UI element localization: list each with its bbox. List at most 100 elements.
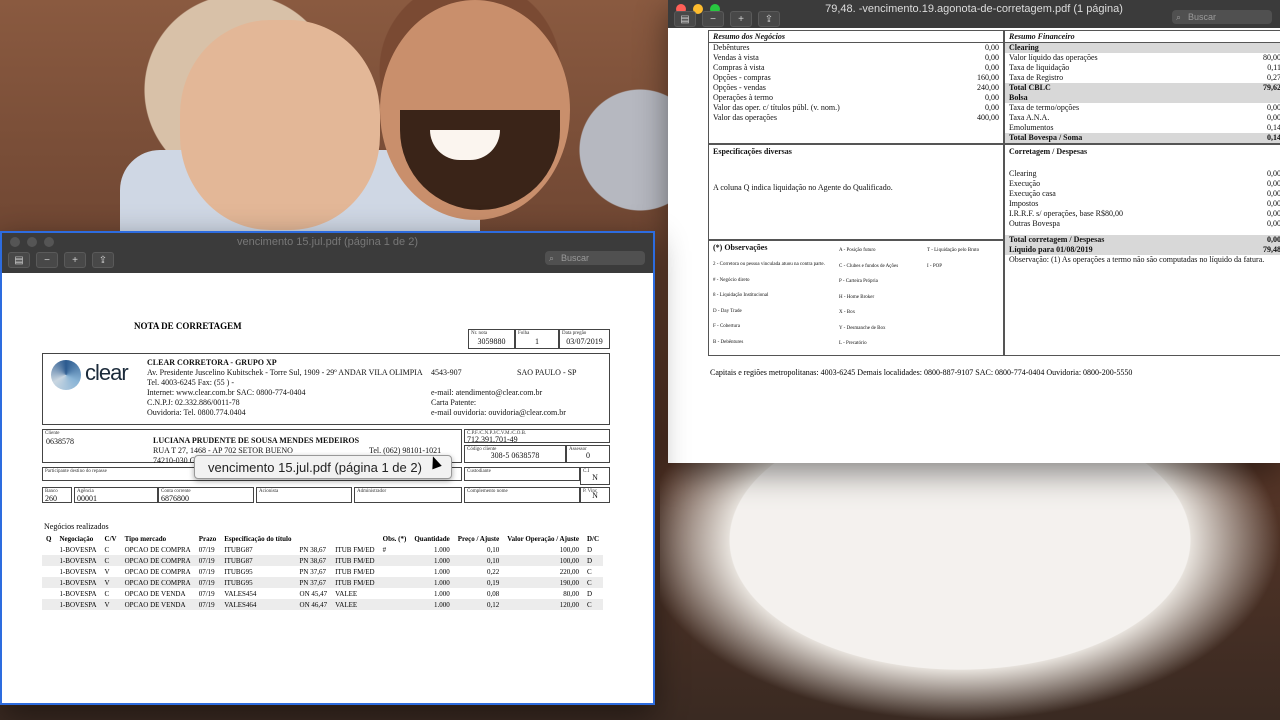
cliente-name: LUCIANA PRUDENTE DE SOUSA MENDES MEDEIRO… — [153, 436, 360, 445]
summary-row-label: Execução — [1009, 179, 1041, 188]
table-cell: PN 38,67 — [295, 555, 332, 566]
summary-row-label: Taxa de liquidação — [1009, 63, 1070, 72]
summary-row: Total CBLC 79,62 — [1005, 83, 1280, 93]
table-cell: 1.000 — [434, 545, 450, 554]
pvinc-box: P. Vinc N — [580, 487, 610, 503]
column-header: Quantidade — [414, 534, 450, 543]
summary-row: Valor das operações 400,00 — [709, 113, 1003, 123]
observacoes-col3: T - Liquidação pelo Bruto I - POP — [927, 243, 979, 274]
column-header: Obs. (*) — [382, 534, 407, 543]
table-cell: 80,00 — [563, 589, 579, 598]
column-header: Preço / Ajuste — [457, 534, 500, 543]
cliente-label: Cliente — [45, 431, 60, 436]
especificacoes-box: Especificações diversas A coluna Q indic… — [708, 144, 1004, 240]
table-cell: C — [587, 567, 592, 576]
table-cell: 0,10 — [487, 545, 500, 554]
table-cell: C — [583, 599, 604, 610]
zoom-out-icon[interactable]: − — [702, 11, 724, 27]
zoom-in-icon[interactable]: + — [730, 11, 752, 27]
table-cell: V — [100, 577, 121, 588]
table-cell: ITUBG87 — [220, 555, 296, 566]
column-header: Tipo mercado — [124, 534, 167, 543]
observacao-item: P - Carteira Própria — [839, 279, 878, 284]
summary-row-label: Outras Bovespa — [1009, 219, 1060, 228]
table-row: 1-BOVESPA V OPCAO DE COMPRA 07/19 ITUBG95 PN … — [42, 577, 604, 588]
summary-row: Valor líquido das operações 80,00 — [1005, 53, 1280, 63]
table-cell: C — [583, 577, 604, 588]
summary-row: Operações à termo 0,00 — [709, 93, 1003, 103]
titlebar[interactable]: vencimento 15.jul.pdf (página 1 de 2) ▤ … — [2, 233, 653, 273]
titlebar[interactable]: 79,48. -vencimento.19.agonota-de-correta… — [668, 0, 1280, 28]
table-cell — [379, 588, 411, 599]
observacao-item: A - Posição futuro — [839, 248, 876, 253]
broker-address: Av. Presidente Juscelino Kubitschek - To… — [147, 368, 423, 377]
summary-row: Debêntures 0,00 — [709, 43, 1003, 53]
broker-email: e-mail: atendimento@clear.com.br — [431, 388, 543, 397]
summary-row-value: 0,00 — [1267, 209, 1280, 218]
table-row: 1-BOVESPA V OPCAO DE VENDA 07/19 VALES464 ON … — [42, 599, 604, 610]
search-input[interactable]: ⌕ Buscar — [545, 251, 645, 265]
column-header: Negociação — [59, 534, 94, 543]
summary-row-value: 400,00 — [977, 113, 999, 122]
summary-row-label: I.R.R.F. s/ operações, base R$80,00 — [1009, 209, 1124, 218]
table-cell: C — [104, 589, 110, 598]
summary-row-label: Emolumentos — [1009, 123, 1054, 132]
table-cell: 07/19 — [198, 589, 215, 598]
clear-logo-icon — [51, 360, 81, 390]
banco-box: Banco 260 — [42, 487, 72, 503]
acionista-box: Acionista — [256, 487, 352, 503]
summary-row-value: 160,00 — [977, 73, 999, 82]
observacao-text: Observação: (1) As operações a termo não… — [1009, 255, 1265, 264]
agencia-box: Agência 00001 — [74, 487, 158, 503]
sidebar-toggle-icon[interactable]: ▤ — [8, 252, 30, 268]
summary-row: Opções - vendas 240,00 — [709, 83, 1003, 93]
summary-row-label: Vendas à vista — [713, 53, 759, 62]
table-cell: OPCAO DE VENDA — [124, 589, 186, 598]
pdf-page[interactable]: NOTA DE CORRETAGEM Nr. nota 3059880 Folh… — [2, 273, 653, 703]
table-cell: 1-BOVESPA — [55, 599, 101, 610]
zoom-in-icon[interactable]: + — [64, 252, 86, 268]
table-cell — [42, 555, 56, 566]
corretagem-heading: Corretagem / Despesas — [1009, 147, 1088, 156]
table-cell: ON 46,47 — [295, 599, 332, 610]
column-header: Especificação do título — [224, 534, 292, 543]
column-header: Q — [46, 534, 52, 543]
share-icon[interactable]: ⇪ — [92, 252, 114, 268]
summary-row-label: Compras à vista — [713, 63, 765, 72]
search-icon: ⌕ — [1176, 12, 1182, 22]
summary-row: Taxa de Registro 0,27 — [1005, 73, 1280, 83]
zoom-out-icon[interactable]: − — [36, 252, 58, 268]
column-header: Prazo — [198, 534, 217, 543]
summary-row: Taxa de liquidação 0,11 — [1005, 63, 1280, 73]
administrador-box: Administrador — [354, 487, 462, 503]
sidebar-toggle-icon[interactable]: ▤ — [674, 11, 696, 27]
summary-row-value: 0,00 — [1267, 113, 1280, 122]
observacoes-box: (*) Observações 2 - Corretora ou pessoa … — [708, 240, 1004, 356]
table-cell: 1-BOVESPA — [59, 567, 97, 576]
observacao-item: # - Negócio direto — [713, 277, 750, 283]
table-cell: ITUB FM/ED — [335, 545, 375, 554]
summary-row-label: Total CBLC — [1009, 83, 1051, 92]
cliente-address: RUA T 27, 1468 - AP 702 SETOR BUENO — [153, 446, 293, 455]
administrador-label: Administrador — [357, 489, 387, 494]
table-row: 1-BOVESPA C OPCAO DE VENDA 07/19 VALES454 ON … — [42, 588, 603, 599]
table-cell: D — [587, 589, 593, 598]
summary-row-label: Debêntures — [713, 43, 750, 52]
summary-row: Impostos 0,00 — [1005, 199, 1280, 209]
search-input[interactable]: ⌕ Buscar — [1172, 10, 1272, 24]
summary-row-value: 0,00 — [1267, 169, 1280, 178]
summary-row: Taxa A.N.A. 0,00 — [1005, 113, 1280, 123]
summary-row-value: 0,00 — [985, 93, 999, 102]
table-cell: 100,00 — [503, 555, 583, 566]
summary-row-label: Impostos — [1009, 199, 1039, 208]
share-icon[interactable]: ⇪ — [758, 11, 780, 27]
cpf-box: C.P.F./C.N.P.J/C.V.M./C.O.B. 712.391.701… — [464, 429, 610, 444]
total-corretagem-label: Total corretagem / Despesas — [1009, 235, 1105, 244]
pdf-page[interactable]: Resumo dos Negócios Debêntures 0,00 Vendas… — [668, 28, 1280, 463]
resumo-financeiro-box: Resumo Financeiro Clearing Valor líquido … — [1004, 30, 1280, 144]
summary-row-label: Bolsa — [1009, 93, 1028, 102]
preview-window-right[interactable]: 79,48. -vencimento.19.agonota-de-correta… — [668, 0, 1280, 463]
folha-label: Folha — [518, 331, 530, 336]
table-cell: 07/19 — [194, 577, 221, 588]
table-cell: 1-BOVESPA — [55, 577, 101, 588]
